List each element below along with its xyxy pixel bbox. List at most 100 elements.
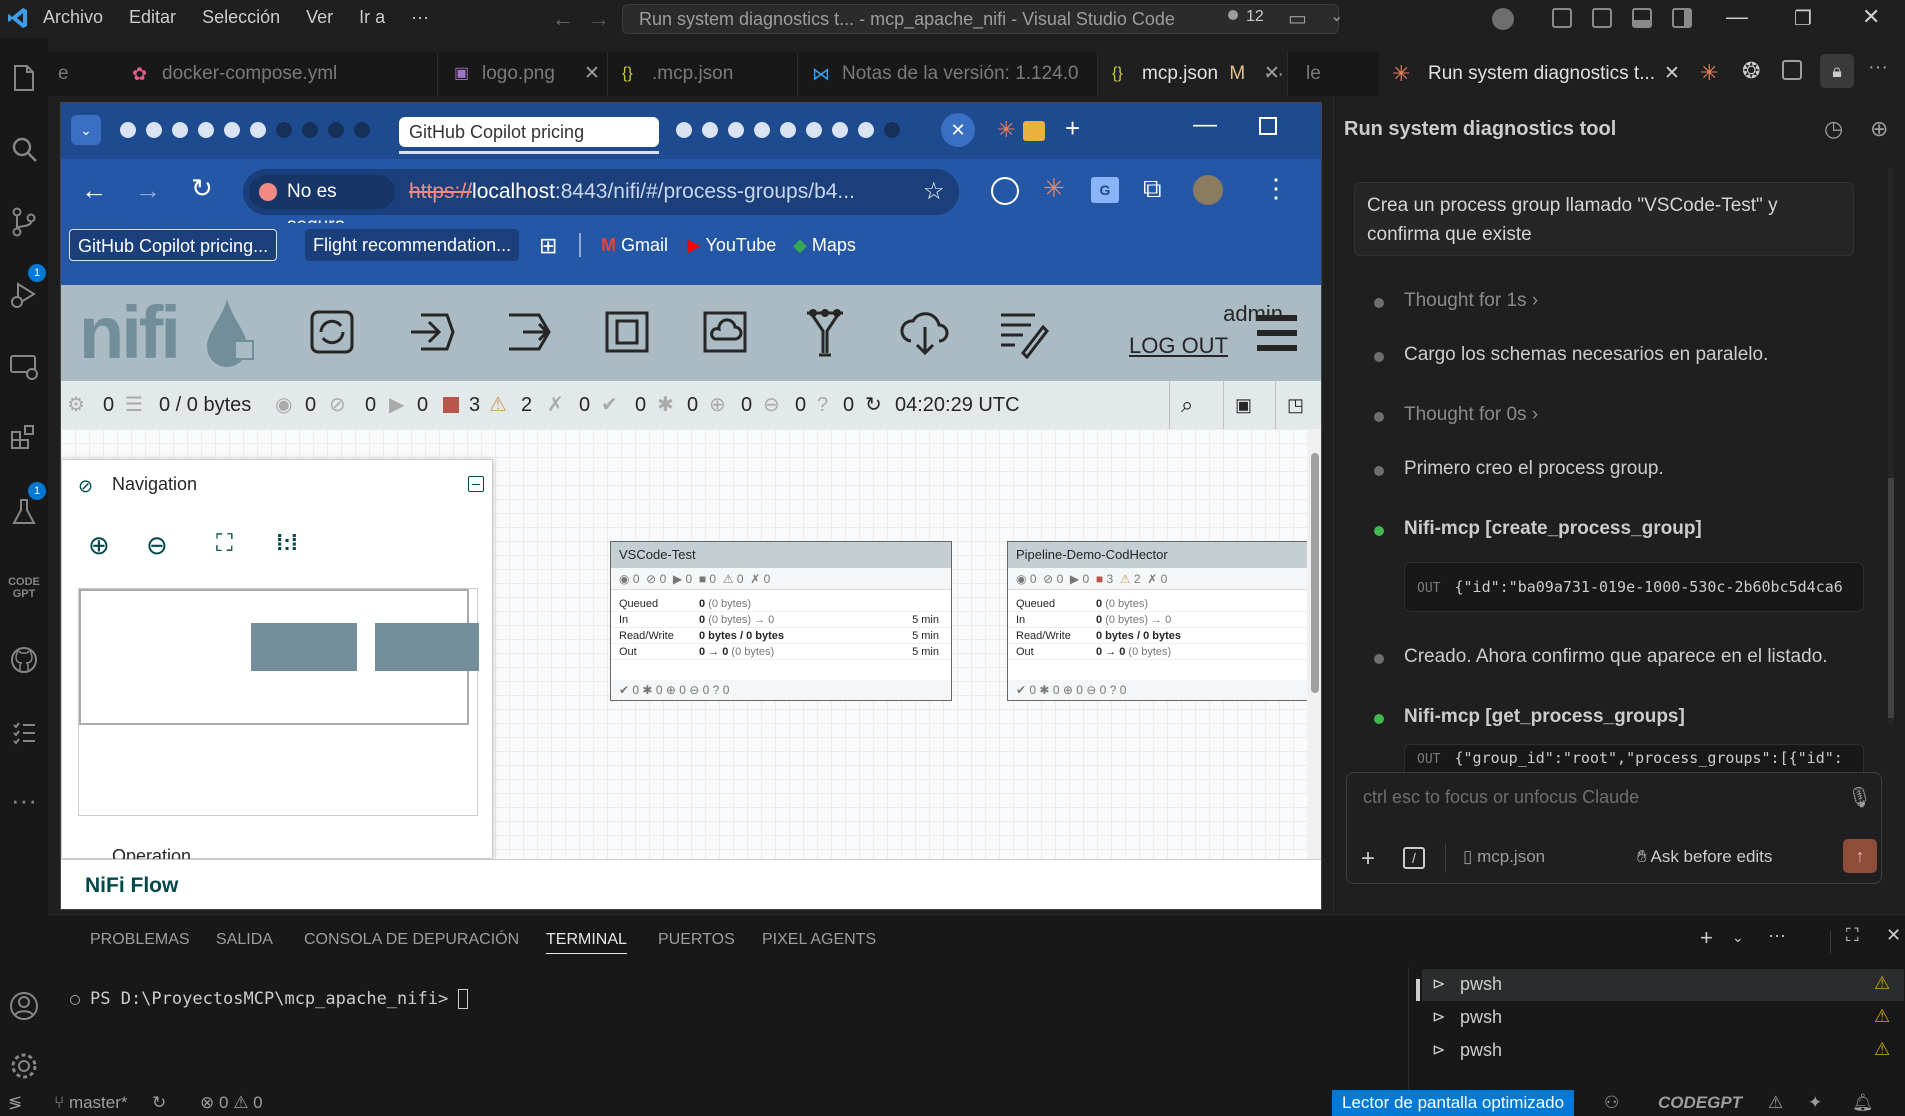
flow-canvas[interactable]: ⊘ Navigation ⊕ ⊖ ⛶ ⁞:⁞ Operation VSCode-… xyxy=(61,429,1321,859)
history-icon[interactable]: ◷ xyxy=(1824,116,1843,142)
global-menu-icon[interactable] xyxy=(1255,313,1299,353)
github-icon[interactable] xyxy=(6,642,42,678)
process-group-icon[interactable] xyxy=(603,309,651,355)
tab-mcp-json[interactable]: {} mcp.json M ✕ xyxy=(1098,52,1288,96)
tab-close-icon[interactable]: ✕ xyxy=(584,52,600,96)
screen-reader-mode[interactable]: Lector de pantalla optimizado xyxy=(1332,1090,1575,1116)
codegpt-warning-icon[interactable]: ⚠ xyxy=(1768,1090,1783,1116)
menu-ir-a[interactable]: Ir a xyxy=(359,7,385,27)
bookmark-gmail[interactable]: M Gmail xyxy=(593,229,676,261)
panel-tab-ports[interactable]: PUERTOS xyxy=(658,931,735,949)
explorer-icon[interactable] xyxy=(6,60,42,96)
panel-tab-pixel-agents[interactable]: PIXEL AGENTS xyxy=(762,931,876,949)
add-context-icon[interactable]: + xyxy=(1361,845,1375,873)
menu-archivo[interactable]: Archivo xyxy=(43,7,103,27)
layout-icon[interactable] xyxy=(1592,8,1612,28)
bookmark-copilot-pricing[interactable]: GitHub Copilot pricing... xyxy=(69,229,278,261)
run-debug-icon[interactable] xyxy=(6,276,42,312)
apps-grid-icon[interactable]: ⊞ xyxy=(539,233,557,259)
chat-scroll-thumb[interactable] xyxy=(1888,478,1894,718)
new-terminal-icon[interactable]: + xyxy=(1700,925,1713,951)
branch-indicator[interactable]: ⑂ master* xyxy=(54,1090,128,1116)
funnel-icon[interactable] xyxy=(801,305,849,359)
logout-link[interactable]: LOG OUT xyxy=(1129,333,1228,359)
template-download-icon[interactable] xyxy=(899,307,951,357)
manage-gear-icon[interactable] xyxy=(6,1048,42,1084)
lock-icon[interactable]: 🔒︎ xyxy=(1820,54,1854,88)
tab-release-notes[interactable]: ⋈ Notas de la versión: 1.124.0 xyxy=(798,52,1098,96)
copilot-count[interactable]: 12 xyxy=(1246,8,1264,26)
close-panel-icon[interactable]: ✕ xyxy=(1886,925,1901,946)
terminal-item-1[interactable]: ⊳ pwsh ⚠ xyxy=(1422,969,1904,1001)
search-flow-icon[interactable]: ⌕ xyxy=(1181,381,1193,429)
tab-search-icon[interactable]: ⌄ xyxy=(71,115,101,145)
birdseye-view[interactable] xyxy=(78,588,479,816)
claude-new-icon[interactable]: ✳ xyxy=(1700,60,1718,86)
chrome-tab-active[interactable]: GitHub Copilot pricing xyxy=(399,117,659,147)
panel-tab-output[interactable]: SALIDA xyxy=(216,931,273,949)
tab-overflow-left[interactable]: e xyxy=(58,52,69,96)
source-control-icon[interactable] xyxy=(6,204,42,240)
panel-tab-problems[interactable]: PROBLEMAS xyxy=(90,931,190,949)
tab-dot-mcp-json[interactable]: {} .mcp.json xyxy=(608,52,798,96)
canvas-scroll-thumb[interactable] xyxy=(1311,453,1319,693)
tab-more-actions[interactable]: ··· xyxy=(1264,52,1284,96)
canvas-scrollbar[interactable] xyxy=(1307,429,1321,859)
zoom-out-icon[interactable]: ⊖ xyxy=(146,530,168,561)
file-context-chip[interactable]: ▯ mcp.json xyxy=(1463,847,1545,867)
browser-back-icon[interactable]: ← xyxy=(81,175,107,206)
profile-avatar[interactable] xyxy=(1193,175,1223,205)
split-editor-icon[interactable] xyxy=(1782,60,1802,80)
menu-seleccion[interactable]: Selección xyxy=(202,7,280,27)
bookmark-flight[interactable]: Flight recommendation... xyxy=(305,229,520,261)
new-tab-icon[interactable]: + xyxy=(1065,113,1080,144)
claude-tab-icon[interactable]: ✳ xyxy=(997,117,1015,143)
breadcrumb-root[interactable]: NiFi Flow xyxy=(85,874,178,897)
extension-openai-icon[interactable] xyxy=(991,177,1019,205)
thought-toggle-2[interactable]: Thought for 0s › xyxy=(1404,404,1538,426)
remote-process-group-icon[interactable] xyxy=(701,309,749,355)
send-button[interactable]: ↑ xyxy=(1843,839,1877,873)
notifications-bell-icon[interactable]: 🔔︎ xyxy=(1852,1090,1874,1116)
close-tab-icon[interactable]: ✕ xyxy=(941,113,975,147)
problems-indicator[interactable]: ⊗ 0 ⚠ 0 xyxy=(200,1090,263,1116)
sparkle-icon[interactable]: ✦ xyxy=(1808,1090,1822,1116)
search-icon[interactable] xyxy=(6,132,42,168)
sync-icon[interactable]: ↻ xyxy=(152,1090,166,1116)
refresh-icon[interactable]: ↻ xyxy=(865,381,882,429)
terminal-prompt[interactable]: PS D:\ProyectosMCP\mcp_apache_nifi> xyxy=(90,989,469,1009)
processor-icon[interactable] xyxy=(309,309,355,355)
chrome-menu-icon[interactable]: ⋮ xyxy=(1263,173,1289,204)
minimize-icon[interactable]: — xyxy=(1726,4,1748,30)
slash-command-icon[interactable]: / xyxy=(1403,847,1425,869)
terminal-dropdown-icon[interactable]: ⌄ xyxy=(1732,929,1744,946)
more-views-icon[interactable]: ··· xyxy=(6,782,42,818)
account-icon[interactable] xyxy=(1492,8,1514,30)
toggle-panel-icon[interactable] xyxy=(1632,8,1652,28)
tab-logo-png[interactable]: ▣ logo.png ✕ xyxy=(438,52,608,96)
permission-mode[interactable]: ✋︎ Ask before edits xyxy=(1637,847,1772,867)
address-bar[interactable]: No es seguro https://localhost:8443/nifi… xyxy=(243,169,959,236)
panel-more-icon[interactable]: ··· xyxy=(1768,925,1786,946)
input-port-icon[interactable] xyxy=(407,309,457,355)
chat-icon[interactable]: ▭ xyxy=(1288,6,1307,31)
more-actions-icon[interactable]: ··· xyxy=(1868,56,1888,79)
testing-icon[interactable] xyxy=(6,494,42,530)
process-group-pipeline-demo[interactable]: Pipeline-Demo-CodHector ◉ 0 ⊘ 0 ▶ 0 ■ 3 … xyxy=(1007,541,1307,701)
codegpt-icon[interactable]: CODE GPT xyxy=(6,570,42,606)
extensions-icon[interactable] xyxy=(6,420,42,456)
tab-close-icon[interactable]: ✕ xyxy=(1664,52,1680,96)
toggle-sidebar-icon[interactable] xyxy=(1552,8,1572,28)
new-chat-icon[interactable]: ⊕ xyxy=(1870,116,1888,142)
bulletin-board-icon[interactable]: ▣ xyxy=(1235,381,1252,429)
chrome-minimize-icon[interactable]: — xyxy=(1193,111,1217,139)
extension-claude-icon[interactable]: ✳ xyxy=(1043,173,1065,204)
menu-editar[interactable]: Editar xyxy=(129,7,176,27)
output-port-icon[interactable] xyxy=(505,309,555,355)
toggle-secondary-sidebar-icon[interactable] xyxy=(1672,8,1692,28)
accounts-icon[interactable] xyxy=(6,988,42,1024)
remote-explorer-icon[interactable] xyxy=(6,348,42,384)
process-group-vscode-test[interactable]: VSCode-Test ◉ 0 ⊘ 0 ▶ 0 ■ 0 ⚠ 0 ✗ 0 Queu… xyxy=(610,541,952,701)
tool-output[interactable]: OUT {"group_id":"root","process_groups":[… xyxy=(1404,744,1864,772)
microphone-icon[interactable]: 🎙︎ xyxy=(1847,785,1872,810)
